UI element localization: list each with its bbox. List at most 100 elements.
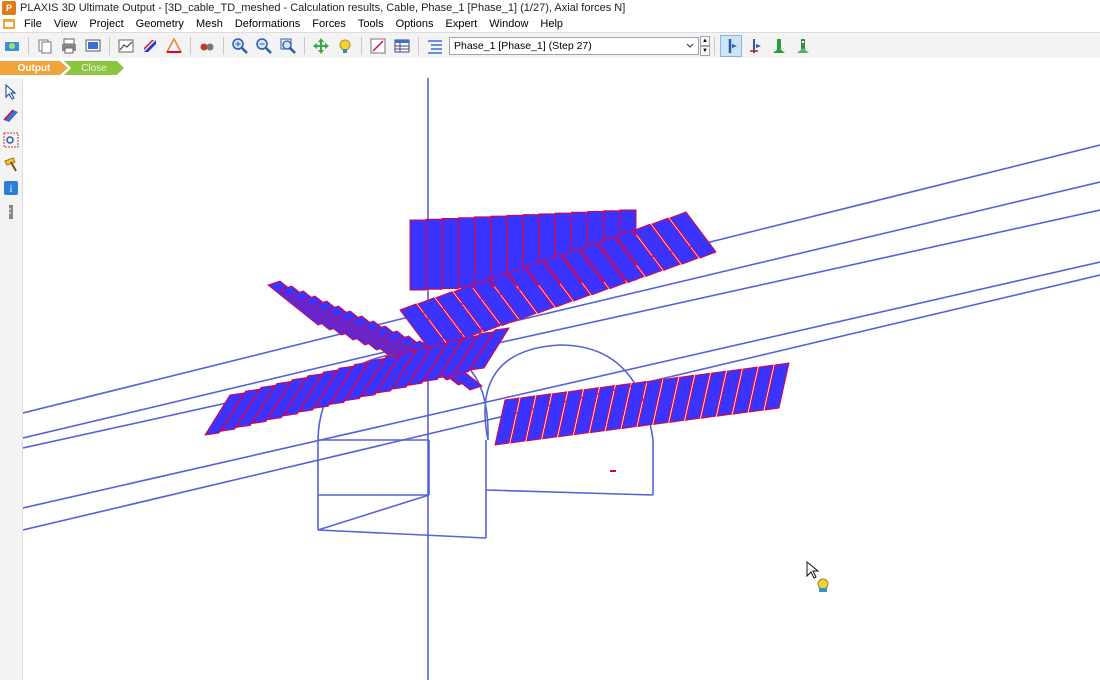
hint-button[interactable] (334, 35, 356, 57)
list-icon (428, 40, 442, 54)
tab-close[interactable]: Close (64, 61, 124, 75)
ruler-icon (9, 205, 13, 219)
zoom-out-button[interactable] (253, 35, 275, 57)
table-icon (394, 39, 410, 53)
model-3d-canvas[interactable] (23, 78, 1100, 680)
cable-select-icon (728, 39, 737, 53)
force-fan-lower-right (494, 362, 790, 446)
side-toolbar: i (0, 78, 23, 680)
force-panel (441, 217, 459, 289)
mouse-cursor-icon (806, 560, 829, 592)
info-icon: i (4, 181, 18, 195)
spinner-up-icon[interactable]: ▲ (700, 36, 710, 46)
toolbar-separator (223, 37, 224, 55)
window-menu-icon[interactable] (2, 17, 16, 31)
cross-section-tool-button[interactable] (1, 106, 21, 126)
menu-project[interactable]: Project (83, 16, 129, 32)
mesh-edge (317, 494, 430, 531)
cross-section-icon (144, 40, 156, 52)
phase-list-button[interactable] (424, 35, 446, 57)
phase-spinner[interactable]: ▲ ▼ (700, 36, 710, 56)
toolbar-separator (304, 37, 305, 55)
open-project-icon (5, 42, 19, 51)
print-button[interactable] (58, 35, 80, 57)
move-arrows-icon (313, 38, 329, 54)
toolbar-separator (190, 37, 191, 55)
report-button[interactable] (82, 35, 104, 57)
copy-icon (38, 39, 52, 54)
curves-icon (118, 39, 134, 53)
menu-expert[interactable]: Expert (440, 16, 484, 32)
mesh-edge (485, 489, 654, 496)
zoom-extents-icon (280, 38, 296, 54)
mode-tabs: Output Close (0, 58, 1100, 79)
toolbar-separator (28, 37, 29, 55)
mesh-wireframe (23, 78, 1100, 680)
copy-button[interactable] (34, 35, 56, 57)
report-icon (85, 39, 101, 52)
menu-view[interactable]: View (48, 16, 84, 32)
phase-select-value: Phase_1 [Phase_1] (Step 27) (454, 40, 592, 52)
print-icon (62, 38, 76, 54)
force-panel (425, 218, 443, 290)
title-bar: P PLAXIS 3D Ultimate Output - [3D_cable_… (0, 0, 1100, 16)
zoom-extents-button[interactable] (277, 35, 299, 57)
ruler-tool-button[interactable] (1, 202, 21, 222)
hammer-icon (4, 157, 17, 172)
main-toolbar: Phase_1 [Phase_1] (Step 27) ▲ ▼ (0, 32, 1100, 60)
draw-line-button[interactable] (367, 35, 389, 57)
menu-bar: File View Project Geometry Mesh Deformat… (0, 16, 1100, 32)
mesh-edge (317, 529, 487, 539)
toolbar-separator (361, 37, 362, 55)
table-button[interactable] (391, 35, 413, 57)
anchor-results-icon (797, 39, 809, 53)
glasses-icon (200, 43, 214, 51)
plaxis-app-icon: P (2, 1, 16, 15)
phase-select[interactable]: Phase_1 [Phase_1] (Step 27) (449, 37, 699, 55)
toolbar-separator (714, 37, 715, 55)
window-title: PLAXIS 3D Ultimate Output - [3D_cable_TD… (20, 2, 626, 14)
force-panel (457, 217, 475, 289)
menu-mesh[interactable]: Mesh (190, 16, 229, 32)
menu-forces[interactable]: Forces (306, 16, 352, 32)
draw-line-icon (370, 38, 386, 54)
zoom-in-icon (232, 38, 248, 54)
menu-tools[interactable]: Tools (352, 16, 390, 32)
anchor-icon (773, 39, 785, 53)
force-panel (409, 219, 427, 291)
menu-deformations[interactable]: Deformations (229, 16, 306, 32)
info-tool-button[interactable]: i (1, 178, 21, 198)
anchor-results-button[interactable] (792, 35, 814, 57)
tab-output[interactable]: Output (0, 61, 68, 75)
view-settings-button[interactable] (196, 35, 218, 57)
menu-file[interactable]: File (18, 16, 48, 32)
toolbar-separator (109, 37, 110, 55)
force-panel (474, 216, 492, 288)
menu-geometry[interactable]: Geometry (130, 16, 190, 32)
menu-options[interactable]: Options (390, 16, 440, 32)
zoom-in-button[interactable] (229, 35, 251, 57)
lightbulb-icon (339, 39, 351, 53)
chevron-down-icon (686, 43, 694, 48)
select-cable-button[interactable] (720, 35, 742, 57)
cross-section-button[interactable] (139, 35, 161, 57)
cable-forces-button[interactable] (744, 35, 766, 57)
zoom-window-tool-button[interactable] (1, 130, 21, 150)
model-viewport[interactable] (23, 78, 1100, 680)
curves-button[interactable] (115, 35, 137, 57)
open-project-button[interactable] (1, 35, 23, 57)
select-tool-button[interactable] (1, 82, 21, 102)
plane-section-icon (3, 109, 18, 122)
svg-text:i: i (10, 184, 13, 195)
menu-help[interactable]: Help (534, 16, 569, 32)
menu-window[interactable]: Window (483, 16, 534, 32)
cable-axial-force-diagrams (204, 209, 790, 472)
anchor-button[interactable] (768, 35, 790, 57)
hint-tool-button[interactable] (1, 154, 21, 174)
pan-button[interactable] (310, 35, 332, 57)
toolbar-separator (418, 37, 419, 55)
zoom-out-icon (256, 38, 272, 54)
annotation-button[interactable] (163, 35, 185, 57)
spinner-down-icon[interactable]: ▼ (700, 46, 710, 56)
cursor-arrow-icon (5, 84, 17, 100)
